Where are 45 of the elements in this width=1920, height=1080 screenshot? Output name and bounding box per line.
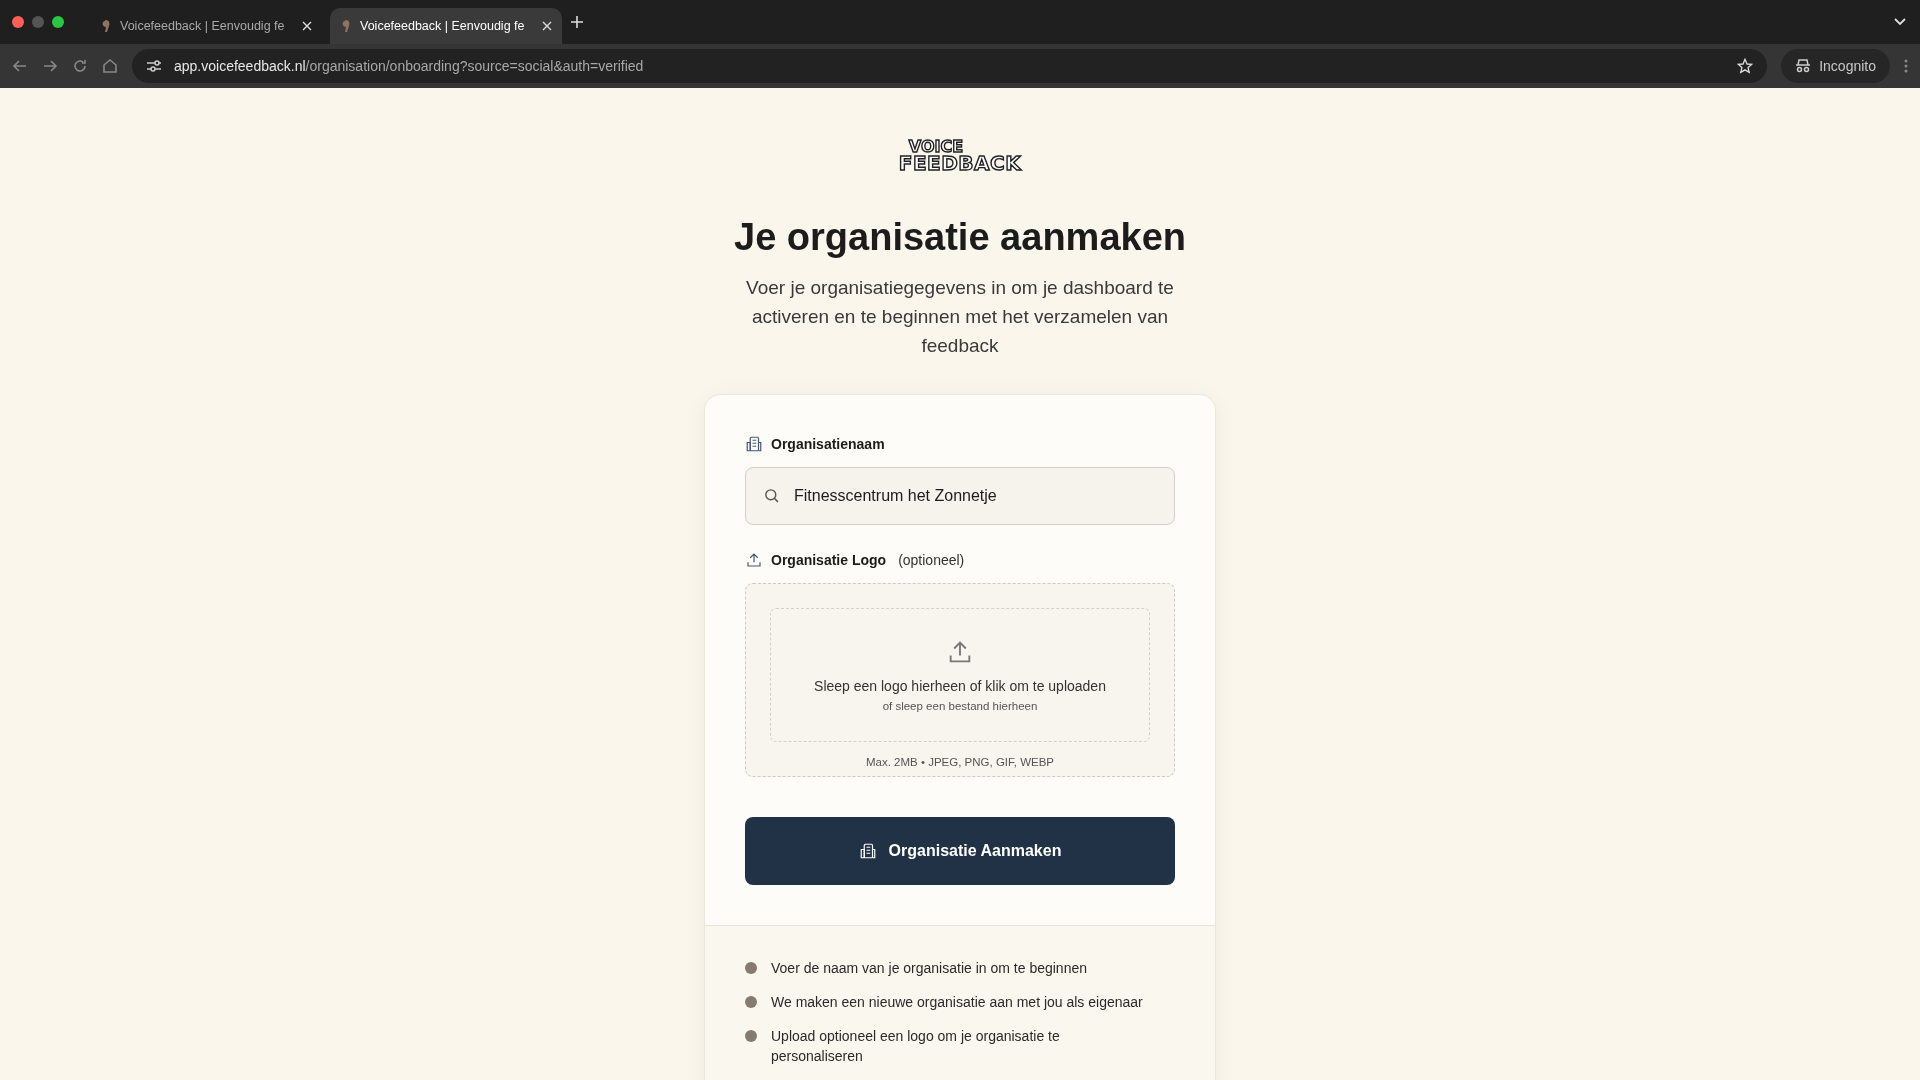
tab-title: Voicefeedback | Eenvoudig fe xyxy=(360,19,526,33)
building-icon xyxy=(858,842,877,861)
upload-icon xyxy=(745,551,763,570)
organisation-name-field[interactable]: Fitnesscentrum het Zonnetje xyxy=(745,467,1175,526)
field-label: Organisatie Logo xyxy=(771,552,887,569)
tab-list-chevron-icon[interactable] xyxy=(1894,18,1906,26)
bullet-dot xyxy=(745,996,757,1009)
step-text: Upload optioneel een logo om je organisatie te personaliseren xyxy=(771,1027,1061,1067)
site-settings-icon[interactable] xyxy=(146,59,162,73)
forward-arrow-icon[interactable] xyxy=(42,58,58,74)
step-text: We maken een nieuwe organisatie aan met jou als eigenaar xyxy=(771,993,1143,1013)
file-limits-note: Max. 2MB • JPEG, PNG, GIF, WEBP xyxy=(865,756,1055,769)
close-icon[interactable] xyxy=(302,21,312,31)
reload-icon[interactable] xyxy=(72,58,88,74)
logo-dropzone[interactable]: Sleep een logo hierheen of klik om te uploaden of sleep een bestand hierheen Max. 2MB • JPEG, PNG, GIF, WEBP xyxy=(745,583,1175,778)
browser-tab[interactable]: Voicefeedback | Eenvoudig fe xyxy=(330,8,562,44)
page-title: Je organisatie aanmaken xyxy=(734,216,1186,260)
bullet-dot xyxy=(745,962,757,975)
incognito-chip[interactable]: Incognito xyxy=(1781,49,1890,83)
url-text: app.voicefeedback.nl/organisation/onboarding?source=social&auth=verified xyxy=(174,58,644,74)
page-subtitle: Voer je organisatiegegevens in om je dashboard te activeren en te beginnen met het verzamelen van feedback xyxy=(745,276,1175,359)
upload-area[interactable]: Sleep een logo hierheen of klik om te uploaden of sleep een bestand hierheen xyxy=(770,608,1150,743)
building-icon xyxy=(745,435,763,454)
search-icon xyxy=(763,487,780,505)
create-organisation-button[interactable]: Organisatie Aanmaken xyxy=(745,817,1175,886)
step-text: Voer de naam van je organisatie in om te beginnen xyxy=(771,959,1087,979)
maximize-window-icon[interactable] xyxy=(52,16,64,28)
home-icon[interactable] xyxy=(102,58,118,74)
favicon-icon xyxy=(100,19,112,33)
dropzone-instruction: Sleep een logo hierheen of klik om te uploaden xyxy=(814,678,1106,695)
dropzone-hint: of sleep een bestand hierheen xyxy=(882,700,1038,713)
close-icon[interactable] xyxy=(542,21,552,31)
optional-note: (optioneel) xyxy=(898,552,965,569)
bullet-dot xyxy=(745,1030,757,1043)
incognito-icon xyxy=(1795,59,1812,73)
tab-title: Voicefeedback | Eenvoudig fe xyxy=(120,19,286,33)
bookmark-star-icon[interactable] xyxy=(1737,58,1754,74)
voicefeedback-logo: VOICE FEEDBACK xyxy=(898,140,1022,173)
close-window-icon[interactable] xyxy=(12,16,24,28)
new-tab-icon[interactable] xyxy=(570,15,584,29)
field-label: Organisatienaam xyxy=(771,436,885,453)
address-bar[interactable]: app.voicefeedback.nl/organisation/onboarding?source=social&auth=verified xyxy=(132,49,1768,83)
favicon-icon xyxy=(340,19,352,33)
back-arrow-icon[interactable] xyxy=(12,58,28,74)
more-menu-icon[interactable] xyxy=(1904,59,1908,73)
